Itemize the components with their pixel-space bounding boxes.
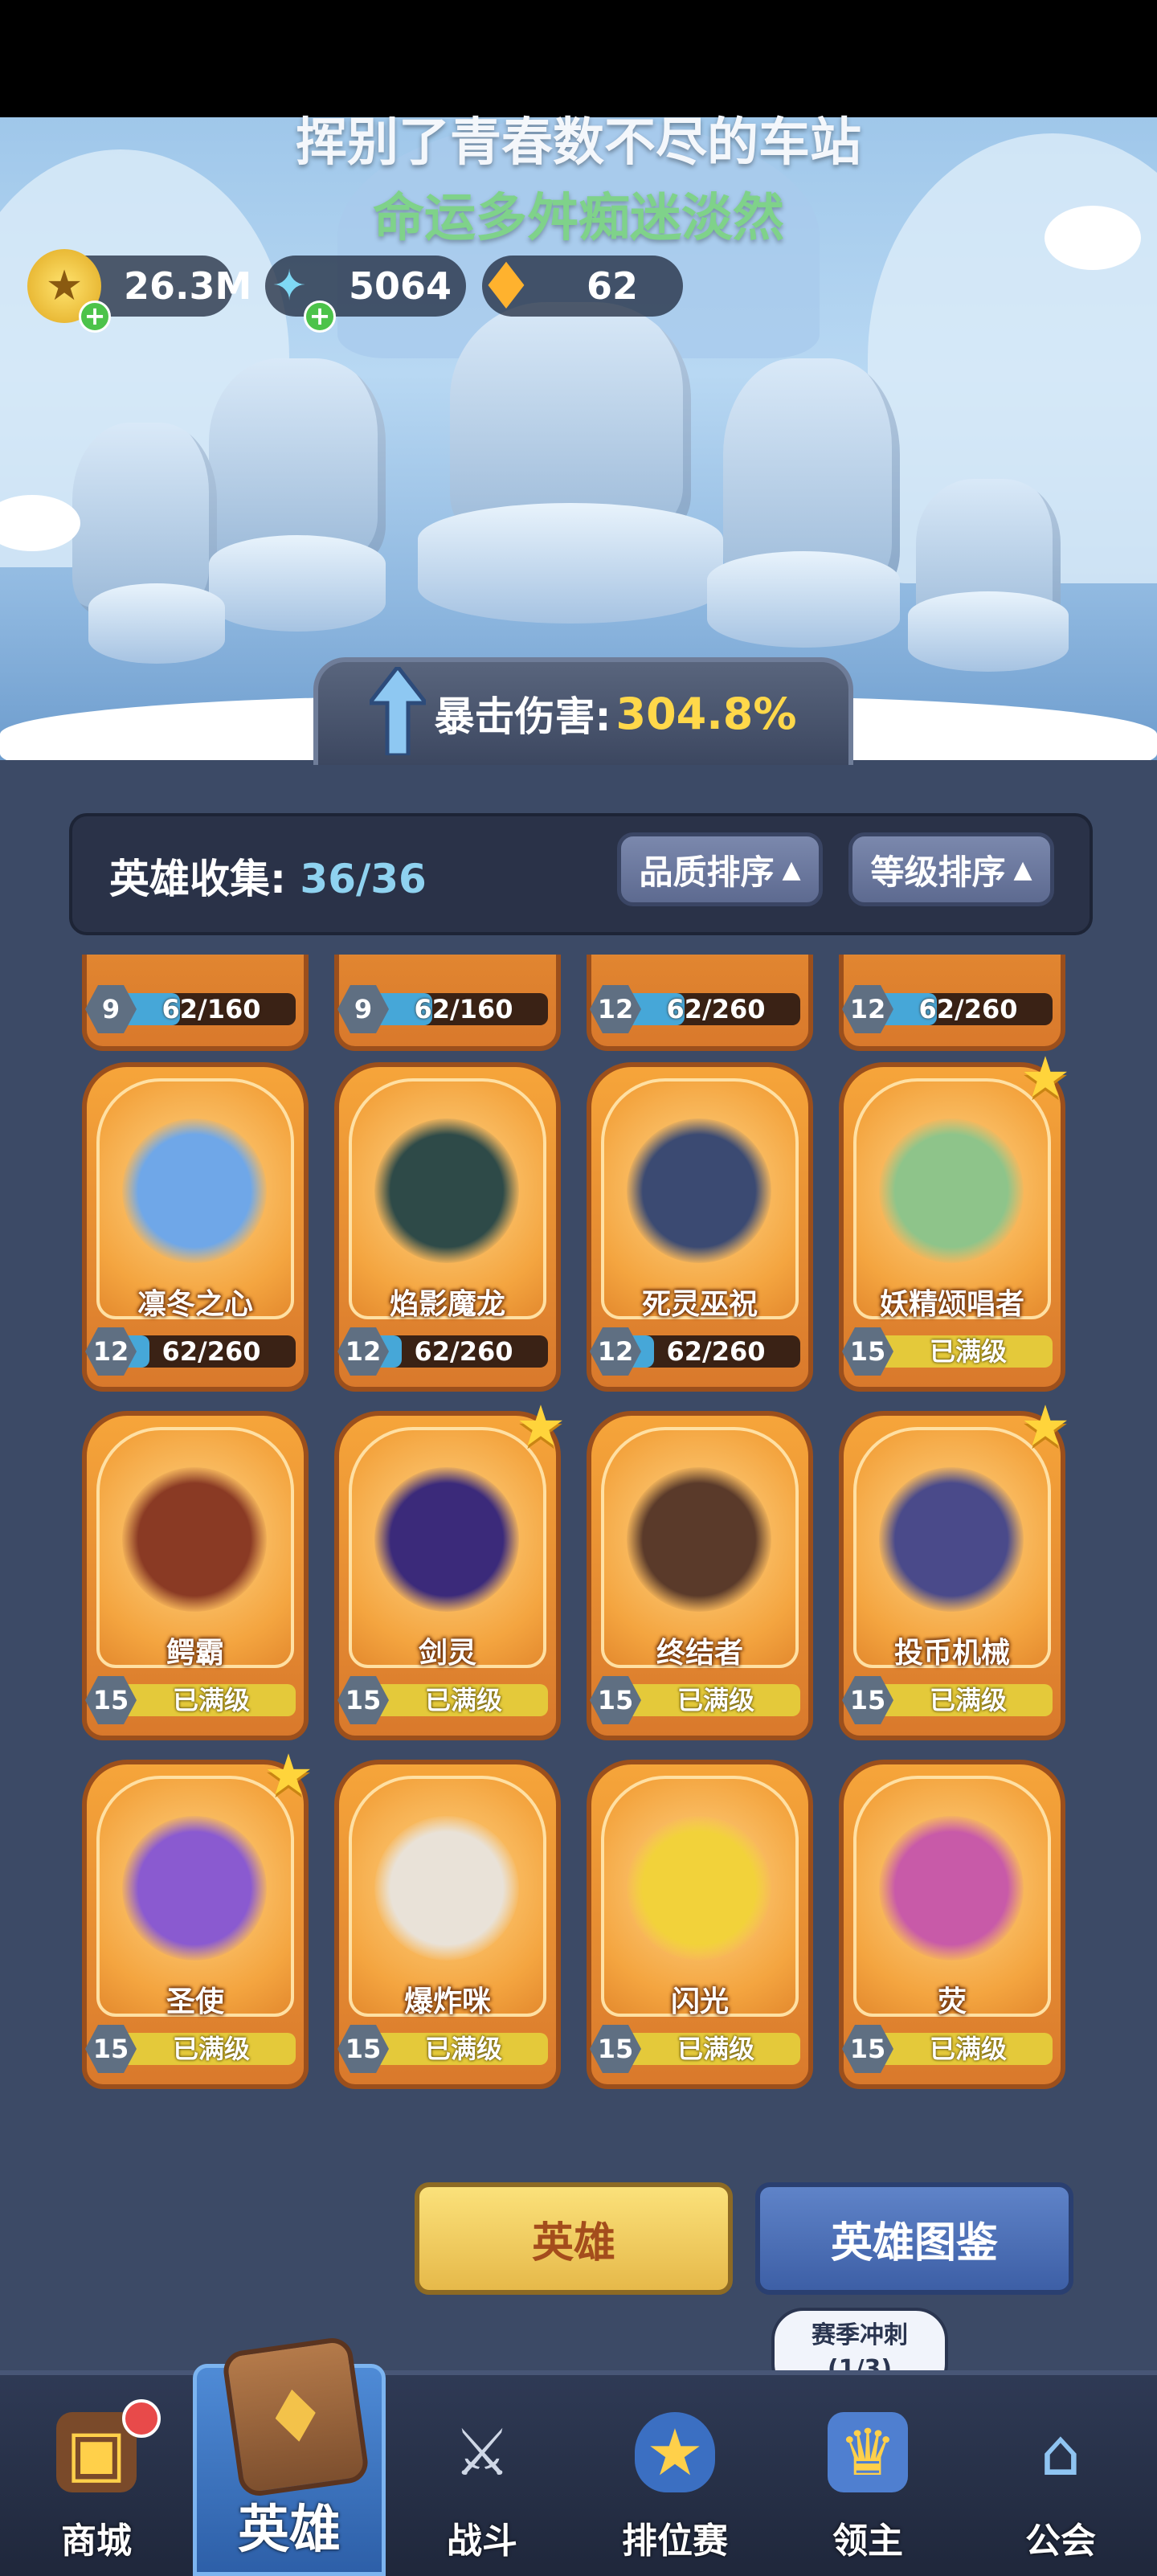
status-bar [0,0,1157,117]
hero-card[interactable]: 剑灵 已满级 15 ★ [334,1398,566,1740]
hero-button-label: 英雄 [531,2218,615,2267]
hero-portrait [122,1118,267,1263]
orange-crystal-value: 62 [587,264,639,308]
sort-quality-label: 品质排序 [639,852,775,892]
hero-codex-button[interactable]: 英雄图鉴 [755,2182,1073,2295]
bottom-nav: ▣ 商城 ♦ 英雄 ⚔ 战斗 ★ 排位赛 ♛ 领主 ⌂ 公会 [0,2335,1157,2576]
crit-damage-plate: 暴击伤害: 304.8% [313,657,853,765]
hero-portrait [879,1467,1024,1612]
star-icon: ★ [1020,1393,1071,1459]
arrow-up-icon [370,667,426,755]
crit-value: 304.8% [615,688,797,739]
nav-shop-label: 商城 [61,2521,132,2562]
hero-card[interactable]: 终结者 已满级 15 [587,1411,813,1740]
hero-card[interactable]: 投币机械 已满级 15 ★ [839,1398,1070,1740]
hero-card[interactable]: 焰影魔龙 62/260 12 [334,1062,561,1392]
nav-shop[interactable]: ▣ 商城 [0,2375,193,2576]
hero-name: 终结者 [656,1637,743,1670]
hero-card-icon: ♦ [221,2335,370,2499]
hero-name: 闪光 [670,1985,729,2018]
star-icon: ★ [1020,1045,1071,1110]
notification-dot [122,2399,161,2438]
hero-collection-header: 英雄收集: 36/36 品质排序 ▲ 等级排序 ▲ [69,813,1093,935]
hero-portrait [122,1816,267,1961]
hero-card[interactable]: 62/160 9 [82,955,309,1051]
hero-name: 投币机械 [893,1637,1010,1670]
orange-crystal-icon: ♦ [477,248,535,324]
hero-card[interactable]: 62/260 12 [839,955,1065,1051]
sort-by-quality-button[interactable]: 品质排序 ▲ [617,832,823,906]
hero-portrait [627,1816,771,1961]
nav-lord[interactable]: ♛ 领主 [771,2375,964,2576]
nav-hero[interactable]: ♦ 英雄 [193,2335,386,2576]
hero-name: 爆炸咪 [403,1985,491,2018]
hero-portrait [627,1118,771,1263]
banner-crown-icon: ♛ [828,2412,908,2492]
diamond-counter[interactable]: ✦ + 5064 [265,256,466,333]
hero-portrait [122,1467,267,1612]
hero-card[interactable]: 爆炸咪 已满级 15 [334,1760,561,2089]
orange-crystal-counter[interactable]: ♦ 62 [477,249,683,324]
nav-guild-label: 公会 [1025,2521,1096,2562]
gold-value: 26.3M [124,264,252,308]
sort-by-level-button[interactable]: 等级排序 ▲ [848,832,1054,906]
star-icon: ★ [515,1393,566,1459]
hero-card[interactable]: 妖精颂唱者 已满级 15 ★ [839,1049,1070,1392]
sort-level-label: 等级排序 [870,852,1006,892]
hero-portrait [879,1118,1024,1263]
hero-name: 剑灵 [418,1637,476,1670]
nav-lord-label: 领主 [832,2521,903,2562]
collection-count: 36/36 [300,856,427,902]
hero-name: 死灵巫祝 [641,1288,758,1321]
lyric-line-1: 挥别了青春数不尽的车站 [296,113,861,173]
hero-card[interactable]: 死灵巫祝 62/260 12 [587,1062,813,1392]
guild-castle-icon: ⌂ [1040,2414,1081,2490]
star-icon: ★ [263,1742,314,1808]
hero-name: 圣使 [166,1985,224,2018]
hero-card[interactable]: 圣使 已满级 15 ★ [82,1747,313,2089]
nav-battle-label: 战斗 [447,2521,517,2562]
lyric-line-2: 命运多舛痴迷淡然 [373,189,784,248]
hero-name: 荧 [937,1985,967,2018]
add-diamond-icon[interactable]: + [304,301,336,333]
triangle-up-icon: ▲ [1013,855,1032,884]
diamond-value: 5064 [349,264,452,308]
collection-title: 英雄收集: 36/36 [109,847,427,905]
hero-portrait [374,1467,519,1612]
hero-name: 妖精颂唱者 [879,1288,1024,1321]
nav-ranked[interactable]: ★ 排位赛 [578,2375,771,2576]
hero-name: 焰影魔龙 [389,1288,505,1321]
gold-counter[interactable]: ★ + 26.3M [27,249,251,333]
ranked-shield-icon: ★ [635,2412,715,2492]
hero-portrait [627,1467,771,1612]
add-gold-icon[interactable]: + [79,301,111,333]
hero-codex-label: 英雄图鉴 [830,2218,998,2267]
triangle-up-icon: ▲ [782,855,801,884]
nav-hero-label: 英雄 [238,2500,341,2560]
season-sprint-title: 赛季冲刺 [812,2321,908,2349]
crit-label: 暴击伤害: [434,693,611,740]
crossed-swords-icon: ⚔ [453,2414,511,2490]
hero-name: 凛冬之心 [137,1288,253,1321]
nav-battle[interactable]: ⚔ 战斗 [386,2375,578,2576]
nav-ranked-label: 排位赛 [622,2521,728,2562]
hero-portrait [374,1816,519,1961]
hero-portrait [374,1118,519,1263]
hero-card[interactable]: 闪光 已满级 15 [587,1760,813,2089]
hero-button[interactable]: 英雄 [415,2182,733,2295]
nav-guild[interactable]: ⌂ 公会 [964,2375,1157,2576]
collection-label: 英雄收集: [109,856,286,902]
hero-card[interactable]: 荧已满级 15 [839,1760,1065,2089]
hero-card[interactable]: 62/260 12 [587,955,813,1051]
hero-card[interactable]: 62/160 9 [334,955,561,1051]
hero-card[interactable]: 鳄霸 已满级 15 [82,1411,309,1740]
hero-portrait [879,1816,1024,1961]
hero-name: 鳄霸 [166,1637,224,1670]
hero-card[interactable]: 凛冬之心 62/260 12 [82,1062,309,1392]
